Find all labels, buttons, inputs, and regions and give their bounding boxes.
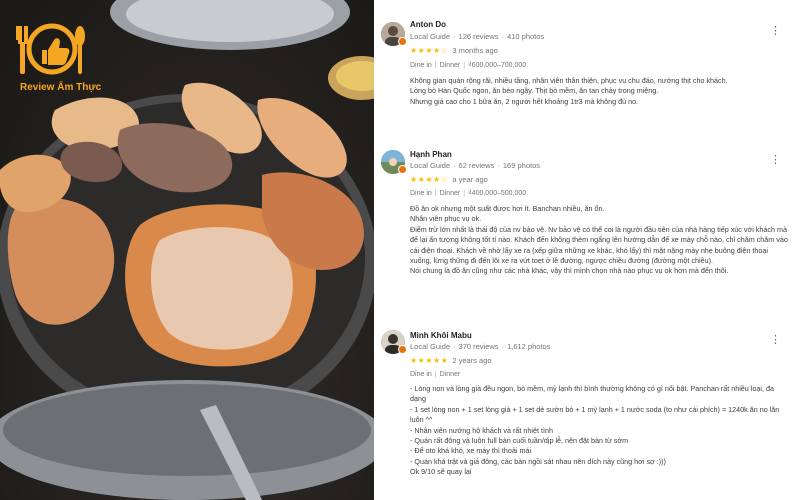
photo-count: 1,612 photos <box>507 342 551 351</box>
dine-in-tag: Dine in <box>410 371 432 378</box>
grill-base-inner <box>3 384 371 476</box>
local-guide-label: Local Guide <box>410 161 451 170</box>
review-count: 62 reviews <box>458 161 495 170</box>
meal-type-tag: Dinner <box>439 371 461 378</box>
review-time: a year ago <box>452 175 488 184</box>
review-text: - Lòng non và lòng già đều ngon, bò mềm,… <box>410 384 780 477</box>
price-range-tag: ₫400,000–500,000 <box>468 190 527 197</box>
meat-large-inner <box>150 227 293 350</box>
rating-row: ★★★★★ 2 years ago <box>410 356 492 365</box>
star-rating: ★★★★★ <box>410 356 449 365</box>
thumbs-up-plate-icon <box>16 23 85 75</box>
photo-count: 410 photos <box>507 32 545 41</box>
review-tags: Dine in | Dinner <box>410 371 461 378</box>
price-range-tag: ₫600,000–700,000 <box>468 62 527 69</box>
more-vert-icon[interactable]: ⋮ <box>770 153 781 167</box>
local-guide-badge-icon <box>398 37 407 46</box>
star-rating: ★★★★☆ <box>410 46 449 55</box>
reviewer-meta: Local Guide · 62 reviews · 169 photos <box>410 161 541 170</box>
reviewer-name[interactable]: Minh Khôi Mabu <box>410 331 472 340</box>
food-photo[interactable]: Review Ẩm Thực <box>0 0 374 500</box>
meal-type-tag: Dinner <box>439 190 461 197</box>
review-text: Không gian quán rộng rãi, nhiều tầng, nh… <box>410 76 728 106</box>
reviewer-meta: Local Guide · 370 reviews · 1,612 photos <box>410 342 551 351</box>
local-guide-badge-icon <box>398 345 407 354</box>
review-time: 2 years ago <box>452 356 492 365</box>
meal-type-tag: Dinner <box>439 62 461 69</box>
local-guide-label: Local Guide <box>410 32 451 41</box>
more-vert-icon[interactable]: ⋮ <box>770 333 781 347</box>
photo-count: 169 photos <box>502 161 541 170</box>
review-count: 370 reviews <box>458 342 499 351</box>
reviewer-name[interactable]: Anton Do <box>410 20 446 29</box>
brand-name: Review Ẩm Thực <box>20 82 102 93</box>
rating-row: ★★★★☆ 3 months ago <box>410 46 498 55</box>
review-time: 3 months ago <box>452 46 498 55</box>
local-guide-badge-icon <box>398 165 407 174</box>
reviewer-name[interactable]: Hạnh Phan <box>410 150 452 159</box>
review-text: Đồ ăn ok nhưng một suất được hơi ít. Ban… <box>410 204 788 276</box>
dine-in-tag: Dine in <box>410 62 432 69</box>
review-tags: Dine in | Dinner | ₫400,000–500,000 <box>410 190 527 197</box>
star-rating: ★★★★☆ <box>410 175 449 184</box>
reviewer-meta: Local Guide · 126 reviews · 410 photos <box>410 32 545 41</box>
reviews-panel: Anton Do Local Guide · 126 reviews · 410 pho… <box>374 0 800 500</box>
more-vert-icon[interactable]: ⋮ <box>770 24 781 38</box>
rating-row: ★★★★☆ a year ago <box>410 175 488 184</box>
dine-in-tag: Dine in <box>410 190 432 197</box>
local-guide-label: Local Guide <box>410 342 451 351</box>
review-count: 126 reviews <box>458 32 499 41</box>
review-tags: Dine in | Dinner | ₫600,000–700,000 <box>410 62 527 69</box>
